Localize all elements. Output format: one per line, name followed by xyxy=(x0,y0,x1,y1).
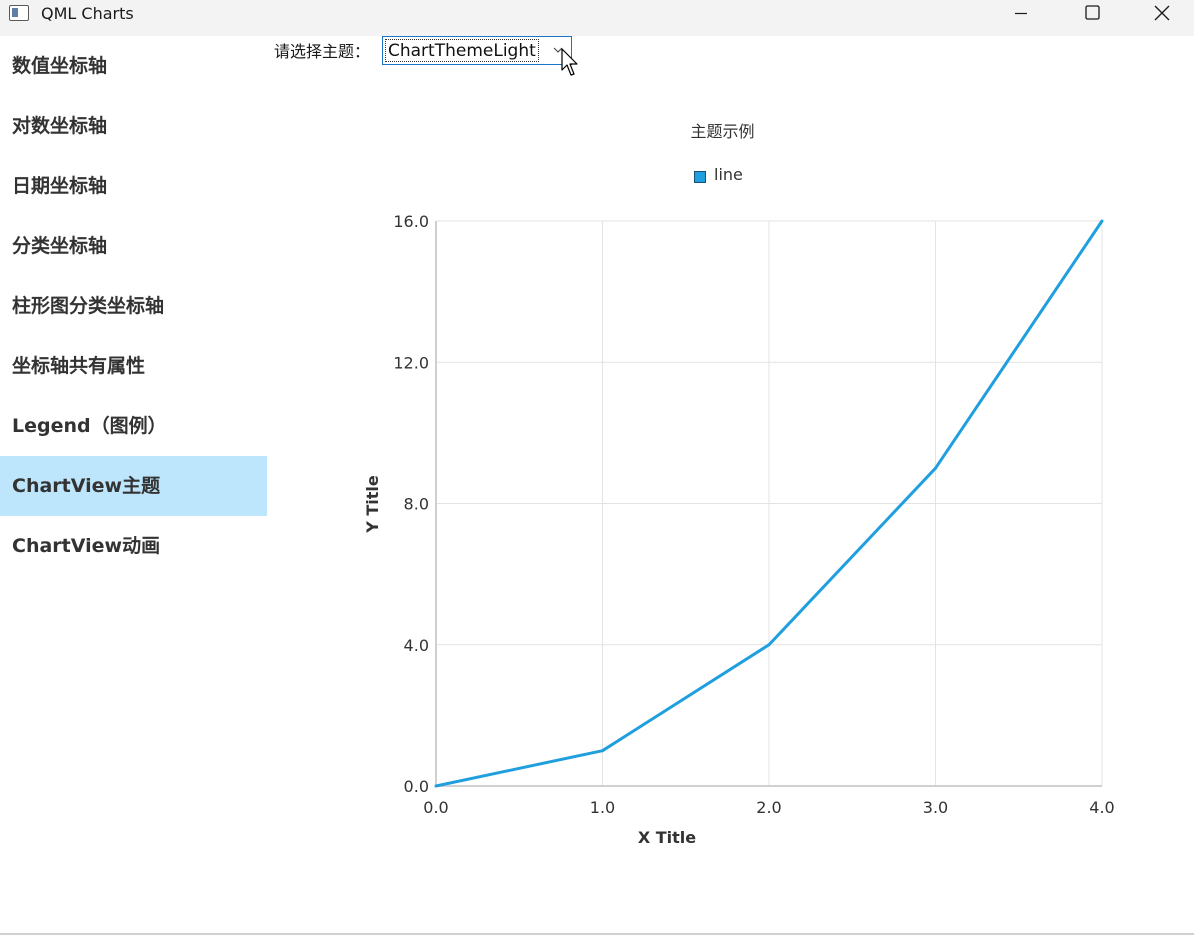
x-tick-label: 3.0 xyxy=(923,798,948,817)
data-point xyxy=(434,784,438,788)
x-tick-label: 1.0 xyxy=(590,798,615,817)
chart-plot: 0.0 1.0 2.0 3.0 4.0 0.0 4.0 8.0 12.0 16.0 X Title Y… xyxy=(363,212,1115,847)
y-tick-label: 8.0 xyxy=(404,495,429,514)
x-axis-title: X Title xyxy=(638,828,696,847)
y-tick-label: 0.0 xyxy=(404,777,429,796)
y-tick-label: 12.0 xyxy=(393,353,429,372)
data-point xyxy=(934,466,937,470)
data-point xyxy=(1100,219,1104,223)
data-point xyxy=(601,749,604,753)
x-tick-label: 0.0 xyxy=(423,798,448,817)
y-tick-label: 16.0 xyxy=(393,212,429,231)
x-tick-label: 4.0 xyxy=(1089,798,1114,817)
data-point xyxy=(767,643,771,647)
y-axis-title: Y Title xyxy=(363,475,382,534)
x-tick-label: 2.0 xyxy=(756,798,781,817)
y-tick-label: 4.0 xyxy=(404,636,429,655)
